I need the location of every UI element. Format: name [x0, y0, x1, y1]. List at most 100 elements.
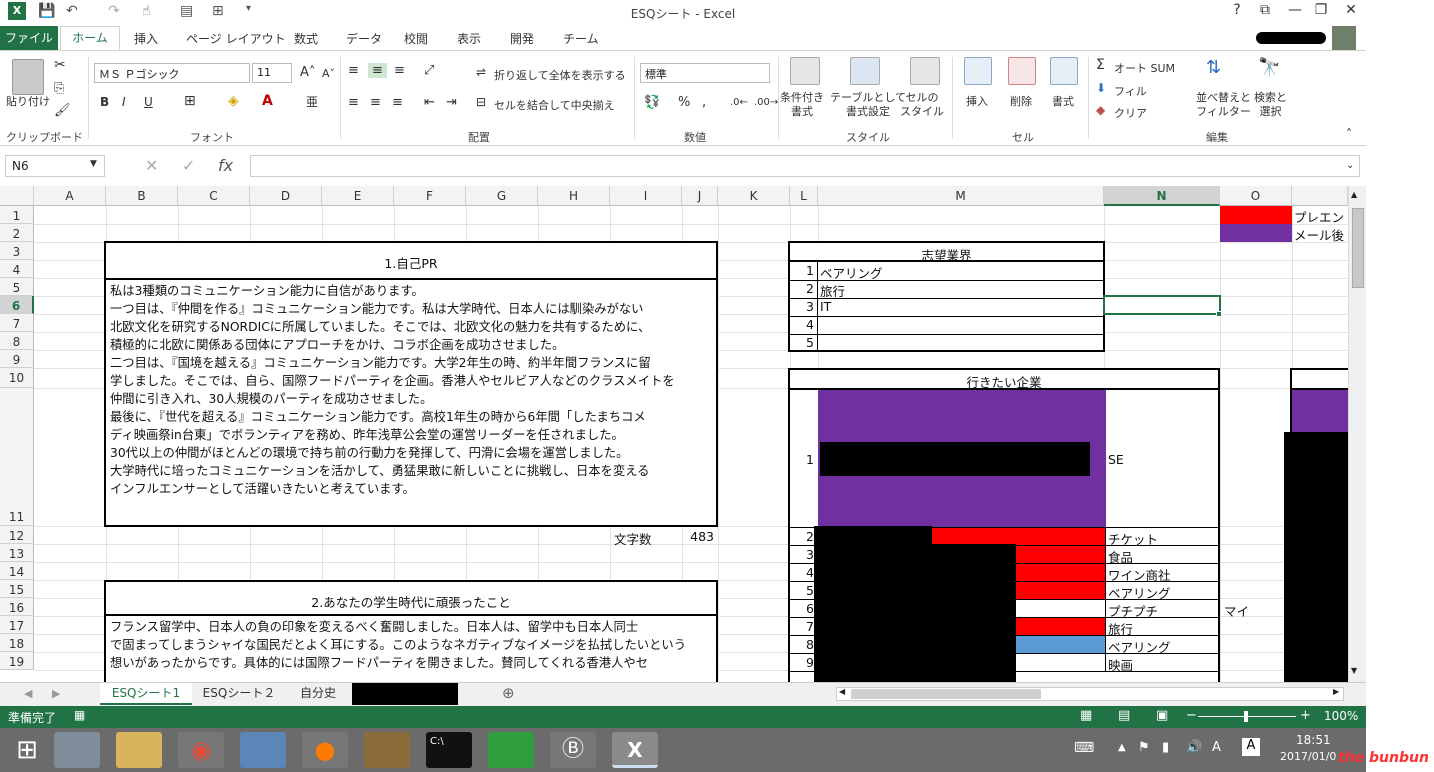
shrink-font-icon[interactable]: A˅ [322, 67, 335, 80]
formula-input[interactable] [250, 155, 1360, 177]
tab-data[interactable]: データ [346, 30, 382, 47]
tray-expand-icon[interactable]: ▲ [1118, 742, 1126, 753]
col-header-g[interactable]: G [466, 186, 538, 206]
font-color-icon[interactable]: A [262, 93, 273, 109]
paste-label[interactable]: 貼り付け [6, 93, 50, 109]
cancel-icon[interactable]: ✕ [145, 156, 158, 175]
col-header-a[interactable]: A [34, 186, 106, 206]
format-painter-icon[interactable]: 🖌 [54, 103, 71, 118]
collapse-ribbon-icon[interactable]: ˄ [1346, 127, 1352, 141]
expand-formula-icon[interactable]: ⌄ [1346, 160, 1354, 171]
col-header-l[interactable]: L [790, 186, 818, 206]
row-header[interactable]: 1 [0, 206, 34, 224]
tab-review[interactable]: 校閲 [404, 30, 428, 47]
store-icon[interactable] [488, 732, 534, 768]
copy-icon[interactable]: ⎘ [54, 81, 64, 96]
student-life-box[interactable]: 2.あなたの学生時代に頑張ったこと フランス留学中、日本人の負の印象を変えるべく… [104, 580, 718, 682]
wrap-text-button[interactable]: 折り返して全体を表示する [494, 67, 626, 83]
row-header[interactable]: 3 [0, 242, 34, 260]
zoom-in-icon[interactable]: + [1300, 708, 1311, 723]
tab-view[interactable]: 表示 [457, 30, 481, 47]
insert-function-button[interactable]: fx [218, 156, 233, 175]
conditional-format-button[interactable]: 条件付き 書式 [780, 91, 824, 119]
cell-styles-icon[interactable] [910, 57, 940, 85]
number-format-select[interactable]: 標準 [640, 63, 770, 83]
row-header[interactable]: 9 [0, 350, 34, 368]
paste-icon[interactable] [12, 59, 44, 95]
merge-icon[interactable]: ⊟ [476, 95, 486, 109]
vertical-scrollbar[interactable]: ▲ ▼ [1348, 186, 1366, 682]
row-header[interactable]: 5 [0, 278, 34, 296]
chrome-icon[interactable]: ◉ [178, 732, 224, 768]
tab-formulas[interactable]: 数式 [294, 30, 318, 47]
format-as-table-icon[interactable] [850, 57, 880, 85]
row-header[interactable]: 14 [0, 562, 34, 580]
maximize-button[interactable]: ❐ [1306, 2, 1336, 18]
align-top-icon[interactable]: ≡ [348, 63, 359, 78]
col-header-d[interactable]: D [250, 186, 322, 206]
macro-record-icon[interactable]: ▦ [74, 708, 85, 722]
ime-mode-icon[interactable]: A [1242, 738, 1260, 756]
conditional-format-icon[interactable] [790, 57, 820, 85]
row-header-active[interactable]: 6 [0, 296, 34, 314]
clock-date[interactable]: 2017/01/0 [1280, 750, 1336, 763]
volume-icon[interactable]: 🔊 [1186, 740, 1202, 755]
network-icon[interactable]: ▮ [1162, 740, 1169, 755]
decrease-indent-icon[interactable]: ⇤ [424, 95, 435, 110]
format-button[interactable]: 書式 [1052, 93, 1074, 109]
insert-button[interactable]: 挿入 [966, 93, 988, 109]
zoom-out-icon[interactable]: − [1186, 708, 1197, 723]
increase-indent-icon[interactable]: ⇥ [446, 95, 457, 110]
tab-team[interactable]: チーム [563, 30, 599, 47]
col-header-o[interactable]: O [1220, 186, 1292, 206]
decrease-decimal-icon[interactable]: .00→ [754, 97, 778, 108]
enter-icon[interactable]: ✓ [182, 156, 195, 175]
align-center-icon[interactable]: ≡ [370, 95, 381, 110]
autosum-button[interactable]: オート SUM [1114, 60, 1175, 76]
close-button[interactable]: ✕ [1336, 2, 1366, 18]
sheet-tab-history[interactable]: 自分史 [286, 683, 350, 705]
row-header[interactable]: 10 [0, 368, 34, 388]
tab-home[interactable]: ホーム [60, 26, 120, 51]
font-size-select[interactable]: 11 [252, 63, 292, 83]
sheet-tab-esq1[interactable]: ESQシート1 [100, 683, 192, 705]
ime-icon[interactable]: A [1212, 740, 1221, 755]
col-header-e[interactable]: E [322, 186, 394, 206]
page-layout-view-icon[interactable]: ▤ [1118, 708, 1130, 723]
clear-icon[interactable]: ◆ [1096, 103, 1105, 117]
tab-file[interactable]: ファイル [0, 26, 58, 50]
file-explorer-icon[interactable] [116, 732, 162, 768]
italic-button[interactable]: I [122, 95, 126, 109]
format-cells-icon[interactable] [1050, 57, 1078, 85]
currency-icon[interactable]: 💱 [644, 95, 660, 110]
merge-center-button[interactable]: セルを結合して中央揃え [494, 97, 615, 113]
cut-icon[interactable]: ✂ [54, 57, 66, 73]
row-header[interactable]: 15 [0, 580, 34, 598]
active-cell-n6[interactable] [1103, 295, 1221, 315]
select-all-corner[interactable] [0, 186, 34, 206]
col-header-c[interactable]: C [178, 186, 250, 206]
align-right-icon[interactable]: ≡ [392, 95, 403, 110]
row-header[interactable]: 17 [0, 616, 34, 634]
ribbon-display-button[interactable]: ⧉ [1250, 2, 1280, 18]
scroll-left-icon[interactable]: ◀ [839, 687, 845, 696]
grow-font-icon[interactable]: A˄ [300, 65, 315, 80]
clock-time[interactable]: 18:51 [1296, 733, 1331, 747]
command-prompt-icon[interactable]: C:\ [426, 732, 472, 768]
font-name-select[interactable]: ＭＳ Ｐゴシック [94, 63, 250, 83]
align-middle-icon[interactable]: ≡ [368, 63, 387, 78]
scroll-thumb[interactable] [1352, 208, 1364, 288]
underline-button[interactable]: U [144, 95, 153, 109]
scroll-up-icon[interactable]: ▲ [1351, 190, 1357, 199]
cell-styles-button[interactable]: セルの スタイル [900, 91, 944, 119]
row-header[interactable]: 2 [0, 224, 34, 242]
col-header-k[interactable]: K [718, 186, 790, 206]
row-header[interactable]: 12 [0, 526, 34, 544]
horizontal-scrollbar[interactable]: ◀ ▶ [836, 687, 1344, 701]
col-header-m[interactable]: M [818, 186, 1104, 206]
find-select-button[interactable]: 検索と 選択 [1254, 91, 1287, 119]
fill-handle[interactable] [1216, 311, 1222, 317]
keyboard-icon[interactable]: ⌨ [1074, 740, 1094, 756]
col-header-j[interactable]: J [682, 186, 718, 206]
row-header[interactable]: 7 [0, 314, 34, 332]
